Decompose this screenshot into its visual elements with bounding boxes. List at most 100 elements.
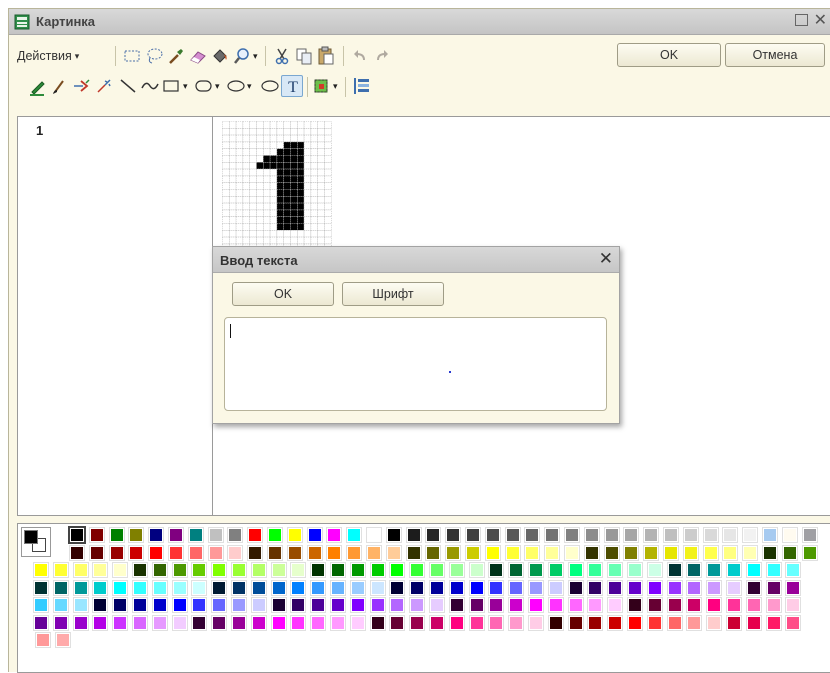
palette-swatch[interactable]: [544, 527, 561, 543]
palette-swatch[interactable]: [547, 562, 564, 578]
canvas-pixel[interactable]: [317, 128, 325, 136]
canvas-pixel[interactable]: [262, 189, 271, 197]
palette-swatch[interactable]: [227, 544, 244, 561]
canvas-pixel[interactable]: [283, 175, 291, 184]
palette-swatch[interactable]: [92, 579, 109, 596]
palette-swatch[interactable]: [448, 597, 465, 613]
image-list-icon[interactable]: [351, 75, 373, 97]
canvas-pixel[interactable]: [235, 209, 244, 218]
canvas-pixel[interactable]: [262, 175, 271, 184]
canvas-pixel[interactable]: [262, 216, 271, 224]
close-icon[interactable]: ✕: [599, 249, 613, 269]
fill-bucket-icon[interactable]: [209, 45, 231, 67]
canvas-pixel[interactable]: [222, 168, 230, 177]
palette-swatch[interactable]: [330, 614, 346, 631]
palette-swatch[interactable]: [231, 562, 247, 578]
canvas-pixel[interactable]: [256, 168, 264, 177]
canvas-pixel[interactable]: [290, 189, 298, 197]
palette-swatch[interactable]: [88, 527, 105, 543]
canvas-pixel[interactable]: [256, 196, 264, 204]
canvas-pixel[interactable]: [249, 128, 257, 136]
canvas-pixel[interactable]: [242, 168, 250, 177]
canvas-pixel[interactable]: [276, 168, 285, 177]
canvas-pixel[interactable]: [276, 121, 285, 129]
palette-swatch[interactable]: [445, 527, 462, 543]
canvas-pixel[interactable]: [249, 168, 257, 177]
canvas-pixel[interactable]: [276, 161, 285, 170]
canvas-pixel[interactable]: [256, 209, 264, 218]
canvas-pixel[interactable]: [229, 168, 237, 177]
canvas-pixel[interactable]: [229, 128, 237, 136]
canvas-pixel[interactable]: [235, 202, 244, 211]
palette-swatch[interactable]: [409, 614, 426, 631]
palette-swatch[interactable]: [52, 614, 69, 631]
palette-swatch[interactable]: [346, 544, 363, 561]
palette-swatch[interactable]: [148, 527, 165, 543]
canvas-pixel[interactable]: [310, 202, 319, 211]
canvas-pixel[interactable]: [242, 175, 250, 184]
palette-swatch[interactable]: [290, 597, 307, 613]
canvas-pixel[interactable]: [276, 202, 285, 211]
canvas-pixel[interactable]: [242, 141, 250, 149]
canvas-pixel[interactable]: [222, 196, 230, 204]
canvas-pixel[interactable]: [249, 121, 257, 129]
palette-swatch[interactable]: [171, 562, 188, 578]
canvas-pixel[interactable]: [242, 196, 250, 204]
palette-swatch[interactable]: [270, 614, 287, 631]
canvas-pixel[interactable]: [324, 161, 332, 170]
palette-swatch[interactable]: [627, 579, 643, 596]
canvas-pixel[interactable]: [317, 141, 325, 149]
palette-swatch[interactable]: [448, 579, 465, 596]
canvas-pixel[interactable]: [324, 148, 332, 156]
palette-swatch[interactable]: [54, 632, 71, 648]
line-icon[interactable]: [117, 75, 139, 97]
canvas-pixel[interactable]: [283, 189, 291, 197]
palette-swatch[interactable]: [726, 597, 742, 613]
canvas-pixel[interactable]: [269, 236, 278, 245]
canvas-pixel[interactable]: [290, 223, 298, 231]
palette-swatch[interactable]: [745, 614, 762, 631]
palette-swatch[interactable]: [607, 597, 624, 613]
canvas-pixel[interactable]: [283, 161, 291, 170]
curve-icon[interactable]: [139, 75, 161, 97]
canvas-pixel[interactable]: [242, 128, 250, 136]
palette-swatch[interactable]: [765, 597, 782, 613]
canvas-pixel[interactable]: [297, 230, 305, 238]
canvas-pixel[interactable]: [242, 209, 250, 218]
palette-swatch[interactable]: [722, 544, 739, 561]
palette-swatch[interactable]: [112, 579, 129, 596]
canvas-pixel[interactable]: [283, 182, 291, 190]
palette-swatch[interactable]: [405, 544, 422, 561]
canvas-pixel[interactable]: [290, 134, 298, 143]
canvas-pixel[interactable]: [235, 230, 244, 238]
palette-swatch[interactable]: [448, 562, 465, 578]
canvas-pixel[interactable]: [310, 155, 319, 163]
picture-list-panel[interactable]: 1: [17, 116, 213, 516]
canvas-pixel[interactable]: [290, 209, 298, 218]
canvas-pixel[interactable]: [229, 161, 237, 170]
canvas-pixel[interactable]: [249, 155, 257, 163]
canvas-pixel[interactable]: [235, 155, 244, 163]
canvas-pixel[interactable]: [262, 148, 271, 156]
palette-swatch[interactable]: [742, 544, 759, 561]
canvas-pixel[interactable]: [290, 128, 298, 136]
maximize-icon[interactable]: [795, 14, 808, 26]
canvas-pixel[interactable]: [229, 155, 237, 163]
palette-swatch[interactable]: [306, 527, 323, 543]
palette-swatch[interactable]: [765, 579, 782, 596]
palette-swatch[interactable]: [92, 597, 109, 613]
palette-swatch[interactable]: [207, 527, 224, 543]
palette-swatch[interactable]: [326, 544, 343, 561]
canvas-pixel[interactable]: [310, 175, 319, 184]
palette-swatch[interactable]: [72, 597, 89, 613]
palette-swatch[interactable]: [762, 544, 778, 561]
palette-swatch[interactable]: [587, 579, 604, 596]
palette-swatch[interactable]: [663, 527, 679, 543]
canvas-pixel[interactable]: [269, 121, 278, 129]
canvas-pixel[interactable]: [324, 202, 332, 211]
canvas-pixel[interactable]: [269, 128, 278, 136]
canvas-pixel[interactable]: [303, 209, 312, 218]
palette-swatch[interactable]: [445, 544, 462, 561]
canvas-pixel[interactable]: [222, 155, 230, 163]
canvas-pixel[interactable]: [235, 182, 244, 190]
